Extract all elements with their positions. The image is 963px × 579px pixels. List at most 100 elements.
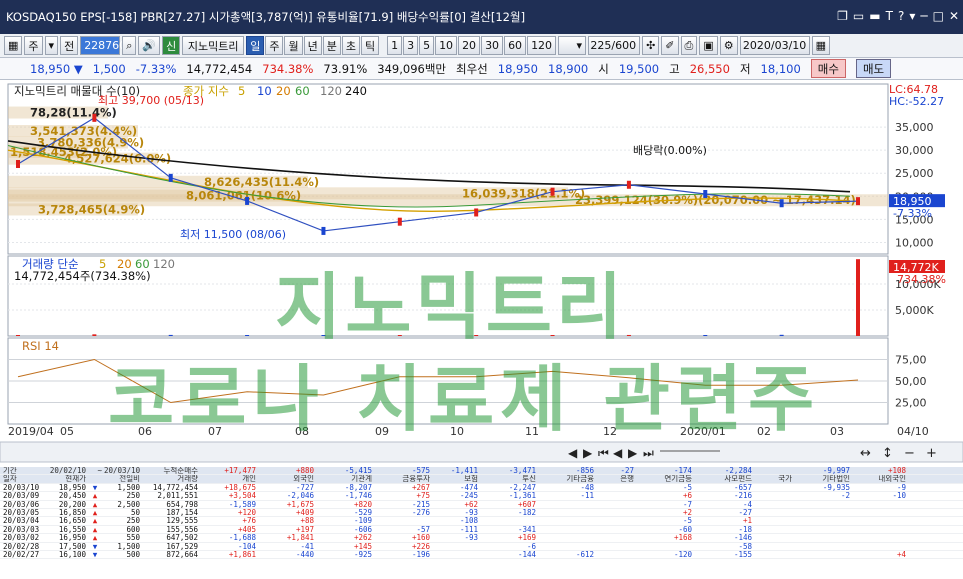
scroll-control-3[interactable]: ◀: [613, 446, 623, 460]
grid-row-1-cell-5: +3,504: [228, 492, 256, 500]
price-tick-5: 10,000: [895, 236, 934, 249]
interval-60[interactable]: 60: [504, 36, 527, 55]
grid-row-6-cell-8: +160: [411, 534, 430, 542]
period-tab-1[interactable]: 주: [265, 36, 284, 55]
period-tab-3[interactable]: 년: [303, 36, 322, 55]
grid-row-8-cell-14: -155: [733, 550, 752, 559]
grid-row-5-cell-8: -57: [416, 525, 430, 534]
sell-button[interactable]: 매도: [855, 59, 892, 78]
grid-row-6-cell-5: -1,688: [228, 534, 256, 542]
interval-3[interactable]: 3: [403, 36, 419, 55]
close-icon[interactable]: ✕: [949, 9, 959, 23]
volume-value: 14,772,454: [186, 61, 253, 76]
grid-row-0-cell-17: -9: [896, 483, 906, 492]
save-icon[interactable]: ▣: [699, 36, 718, 55]
x-tick-0: 2019/04: [8, 425, 54, 438]
grid-row-5-cell-14: -18: [738, 525, 752, 534]
interval-20[interactable]: 20: [458, 36, 481, 55]
volume-bar-2: [168, 334, 173, 336]
search-icon[interactable]: ⌕: [122, 36, 137, 55]
period-tab-2[interactable]: 월: [284, 36, 303, 55]
zoom-control-3[interactable]: +: [926, 446, 937, 461]
minimize-icon[interactable]: ─: [920, 9, 927, 23]
interval-30[interactable]: 30: [481, 36, 504, 55]
stock-type-select[interactable]: 주: [24, 36, 43, 55]
grid-row-3-cell-6: +409: [295, 508, 314, 517]
grid-row-0-cell-5: +18,675: [224, 483, 256, 492]
grid-row-1-cell-9: -245: [459, 492, 478, 500]
help-icon[interactable]: ?: [898, 9, 904, 23]
interval-dropdown[interactable]: ▾: [558, 36, 587, 55]
grid-row-1-cell-0: 20/03/09: [3, 492, 40, 500]
sound-icon[interactable]: 🔊: [138, 36, 161, 55]
crosshair-icon[interactable]: ✣: [642, 36, 660, 55]
stock-type-arrow-icon[interactable]: ▾: [44, 36, 59, 55]
grid-row-0-cell-6: -727: [295, 483, 314, 492]
all-toggle[interactable]: 전: [60, 36, 79, 55]
trade-amount: 349,096백만: [377, 61, 446, 76]
minimize-bar-icon[interactable]: ▬: [869, 9, 880, 23]
grid-row-8: 20/02/27 16,100 ▼ 500 872,664 +1,861 -440 -925 -…: [0, 550, 963, 560]
scroll-control-1[interactable]: ▶: [583, 446, 593, 460]
period-tab-6[interactable]: 틱: [360, 36, 380, 55]
interval-120[interactable]: 120: [527, 36, 557, 55]
rsi-tick-1: 50,00: [895, 375, 927, 388]
grid-row-2-cell-16: [794, 501, 852, 508]
draw-tool-icon[interactable]: ✐: [661, 36, 679, 55]
price-value: 18,950: [30, 61, 71, 76]
grid-row-5-cell-1: 16,550: [58, 525, 86, 534]
grid-row-7-cell-0: 20/02/28: [3, 542, 40, 550]
grid-menu-icon[interactable]: ▦: [4, 36, 23, 55]
scroll-control-4[interactable]: ▶: [628, 446, 638, 460]
count-field[interactable]: 225/600: [588, 36, 641, 55]
grid-row-3-cell-10: -182: [517, 508, 536, 517]
zoom-control-0[interactable]: ↔: [860, 446, 871, 461]
zoom-control-1[interactable]: ↕: [882, 446, 893, 461]
date-input[interactable]: 2020/03/10: [739, 36, 810, 55]
interval-5[interactable]: 5: [419, 36, 435, 55]
down-arrow-icon: ▼: [73, 61, 83, 76]
period-tab-4[interactable]: 분: [322, 36, 341, 55]
scroll-control-0[interactable]: ◀: [568, 446, 578, 460]
buy-button[interactable]: 매수: [810, 59, 846, 78]
grid-row-4: 20/03/04 16,650 ▲ 250 129,555 +76 +88 -109 -108 -…: [0, 517, 963, 526]
text-icon[interactable]: T: [886, 9, 893, 23]
period-tab-5[interactable]: 초: [341, 36, 360, 55]
low-label: 저: [739, 61, 751, 76]
grid-row-1-cell-17: -10: [892, 492, 906, 500]
scroll-control-5[interactable]: ⏭: [643, 446, 654, 460]
zoom-control-2[interactable]: −: [904, 446, 915, 461]
restore-icon[interactable]: ❐: [837, 9, 848, 23]
grid-row-8-cell-13: -120: [673, 550, 692, 559]
interval-10[interactable]: 10: [435, 36, 458, 55]
grid-row-2-cell-1: 20,200: [58, 500, 86, 508]
price-candle-0: [16, 160, 20, 168]
grid-row-5: 20/03/03 16,550 ▲ 600 155,556 +405 +197 -606 -57…: [0, 525, 963, 535]
grid-summary-row-cell-17: +108: [887, 467, 906, 475]
grid-row-4-cell-0: 20/03/04: [3, 517, 40, 525]
interval-1[interactable]: 1: [387, 36, 403, 55]
print-icon[interactable]: ⎙: [680, 36, 698, 55]
stock-code-input[interactable]: 228760: [80, 36, 126, 55]
grid-row-3-cell-13: +2: [682, 508, 692, 517]
maximize-icon[interactable]: □: [933, 9, 944, 23]
chart-scrollbar[interactable]: [0, 441, 963, 463]
grid-row-7: 20/02/28 17,500 ▼ 1,500 167,529 -104 -41 +145 +2…: [0, 543, 963, 551]
grid-row-5-cell-3: 600: [126, 525, 140, 534]
grid-header-row-cell-6: 외국인: [293, 475, 314, 483]
grid-summary-row-cell-11: -856: [575, 467, 594, 475]
grid-row-6-cell-6: +1,841: [286, 534, 314, 542]
price-candle-4: [321, 226, 326, 235]
grid-row-1-cell-1: 20,450: [58, 492, 86, 500]
investor-table: 기간 20/02/10 ~20/03/10 누적순매수 +17,477 +880 -5,41…: [0, 467, 963, 579]
dropdown-icon[interactable]: ▾: [909, 9, 915, 23]
pbr-label: PBR[27.27]: [140, 10, 206, 24]
settings-icon[interactable]: ⚙: [719, 36, 738, 55]
calendar-icon[interactable]: ▦: [811, 36, 830, 55]
grid-row-2-cell-4: 654,798: [166, 500, 198, 508]
grid-row-2-cell-0: 20/03/06: [3, 500, 40, 508]
period-tab-0[interactable]: 일: [246, 36, 265, 55]
scroll-control-2[interactable]: ⏮: [598, 446, 609, 460]
grid-row-0-cell-11: -48: [580, 483, 594, 492]
window-icon[interactable]: ▭: [853, 9, 864, 23]
